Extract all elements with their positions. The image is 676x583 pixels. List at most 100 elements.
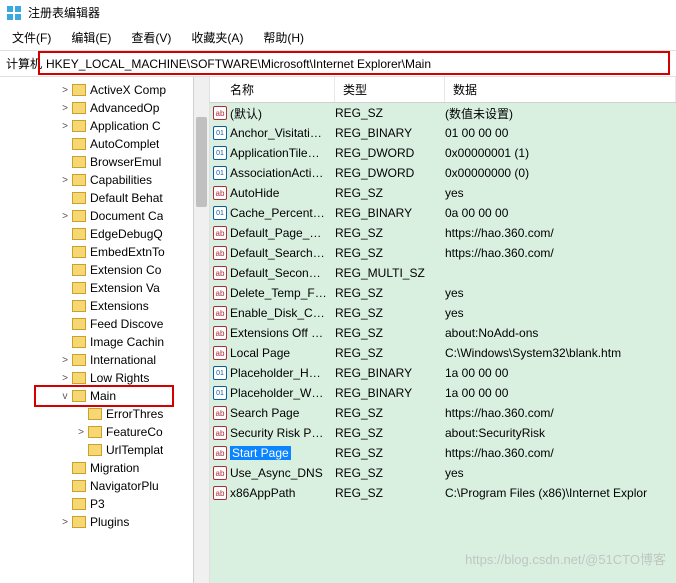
main-area: >ActiveX Comp>AdvancedOp>Application C A… [0,77,676,583]
folder-icon [72,462,86,474]
tree-item-label: International [90,353,156,367]
tree-item[interactable]: >Document Ca [0,207,209,225]
menu-edit[interactable]: 编辑(E) [67,27,115,48]
registry-value-row[interactable]: abSecurity Risk P…REG_SZabout:SecurityRi… [210,423,676,443]
registry-value-row[interactable]: abAutoHideREG_SZyes [210,183,676,203]
tree-item-label: Extension Va [90,281,160,295]
menu-help[interactable]: 帮助(H) [259,27,308,48]
registry-value-row[interactable]: abEnable_Disk_C…REG_SZyes [210,303,676,323]
tree-item-label: Plugins [90,515,129,529]
registry-value-row[interactable]: 01AssociationActi…REG_DWORD0x00000000 (0… [210,163,676,183]
tree-item[interactable]: Extension Va [0,279,209,297]
tree-item-label: AdvancedOp [90,101,159,115]
value-data: C:\Windows\System32\blank.htm [445,346,676,360]
tree-item[interactable]: Extensions [0,297,209,315]
string-value-icon: ab [210,306,230,320]
tree-item[interactable]: Feed Discove [0,315,209,333]
expand-icon[interactable]: v [58,391,72,402]
expand-icon[interactable]: > [58,373,72,384]
value-type: REG_SZ [335,226,445,240]
folder-icon [72,102,86,114]
folder-icon [72,336,86,348]
expand-icon[interactable]: > [58,355,72,366]
registry-value-row[interactable]: abDefault_Secon…REG_MULTI_SZ [210,263,676,283]
registry-value-row[interactable]: abSearch PageREG_SZhttps://hao.360.com/ [210,403,676,423]
folder-icon [72,156,86,168]
col-header-data[interactable]: 数据 [445,77,676,102]
tree-item[interactable]: > Plugins [0,513,209,531]
string-value-icon: ab [210,326,230,340]
tree-item-label: Low Rights [90,371,149,385]
tree-item[interactable]: >Application C [0,117,209,135]
registry-value-row[interactable]: abDefault_Search…REG_SZhttps://hao.360.c… [210,243,676,263]
menu-favorites[interactable]: 收藏夹(A) [187,27,247,48]
expand-icon[interactable]: > [58,121,72,132]
tree-item[interactable]: Default Behat [0,189,209,207]
expand-icon[interactable]: > [58,103,72,114]
value-data: 0x00000001 (1) [445,146,676,160]
registry-value-row[interactable]: abDefault_Page_…REG_SZhttps://hao.360.co… [210,223,676,243]
tree-item[interactable]: Migration [0,459,209,477]
folder-icon [72,192,86,204]
value-name: Enable_Disk_C… [230,306,335,320]
menu-file[interactable]: 文件(F) [8,27,55,48]
expand-icon[interactable]: > [58,85,72,96]
tree-item[interactable]: UrlTemplat [0,441,209,459]
registry-value-row[interactable]: 01Placeholder_W…REG_BINARY1a 00 00 00 [210,383,676,403]
tree-item[interactable]: Image Cachin [0,333,209,351]
tree-item[interactable]: BrowserEmul [0,153,209,171]
tree-item-label: UrlTemplat [106,443,163,457]
address-input[interactable] [46,57,670,71]
expand-icon[interactable]: > [58,517,72,528]
tree-item[interactable]: EmbedExtnTo [0,243,209,261]
binary-value-icon: 01 [210,126,230,140]
tree-item[interactable]: > International [0,351,209,369]
tree-scrollbar[interactable] [193,77,209,583]
registry-value-row[interactable]: abStart PageREG_SZhttps://hao.360.com/ [210,443,676,463]
folder-icon [88,408,102,420]
tree-view[interactable]: >ActiveX Comp>AdvancedOp>Application C A… [0,77,210,583]
tree-item[interactable]: > Low Rights [0,369,209,387]
tree-item[interactable]: >Capabilities [0,171,209,189]
value-name: Placeholder_W… [230,386,335,400]
value-type: REG_SZ [335,306,445,320]
tree-item[interactable]: Extension Co [0,261,209,279]
col-header-name[interactable]: 名称 [210,77,335,102]
tree-item[interactable]: > FeatureCo [0,423,209,441]
registry-value-row[interactable]: abLocal PageREG_SZC:\Windows\System32\bl… [210,343,676,363]
expand-icon[interactable]: > [58,211,72,222]
tree-item[interactable]: AutoComplet [0,135,209,153]
tree-item-label: FeatureCo [106,425,163,439]
registry-value-row[interactable]: abx86AppPathREG_SZC:\Program Files (x86)… [210,483,676,503]
registry-value-row[interactable]: 01ApplicationTile…REG_DWORD0x00000001 (1… [210,143,676,163]
string-value-icon: ab [210,406,230,420]
registry-value-row[interactable]: 01Cache_Percent…REG_BINARY0a 00 00 00 [210,203,676,223]
registry-value-row[interactable]: abDelete_Temp_F…REG_SZyes [210,283,676,303]
registry-value-row[interactable]: abUse_Async_DNSREG_SZyes [210,463,676,483]
tree-item[interactable]: > AdvancedOp [0,99,209,117]
col-header-type[interactable]: 类型 [335,77,445,102]
registry-value-row[interactable]: 01Placeholder_H…REG_BINARY1a 00 00 00 [210,363,676,383]
tree-item-label: AutoComplet [90,137,159,151]
folder-icon [72,138,86,150]
value-type: REG_SZ [335,466,445,480]
menu-view[interactable]: 查看(V) [127,27,175,48]
list-header: 名称 类型 数据 [210,77,676,103]
value-data: https://hao.360.com/ [445,446,676,460]
tree-item[interactable]: >ActiveX Comp [0,81,209,99]
tree-item[interactable]: EdgeDebugQ [0,225,209,243]
tree-item[interactable]: ErrorThres [0,405,209,423]
tree-item[interactable]: P3 [0,495,209,513]
list-body[interactable]: ab(默认)REG_SZ(数值未设置)01Anchor_Visitati…REG… [210,103,676,583]
tree-item[interactable]: NavigatorPlu [0,477,209,495]
expand-icon[interactable]: > [58,175,72,186]
registry-value-row[interactable]: abExtensions Off …REG_SZabout:NoAdd-ons [210,323,676,343]
tree-item[interactable]: vMain [0,387,209,405]
value-name: Default_Search… [230,246,335,260]
registry-value-row[interactable]: ab(默认)REG_SZ(数值未设置) [210,103,676,123]
string-value-icon: ab [210,246,230,260]
binary-value-icon: 01 [210,386,230,400]
registry-value-row[interactable]: 01Anchor_Visitati…REG_BINARY01 00 00 00 [210,123,676,143]
expand-icon[interactable]: > [74,427,88,438]
scrollbar-thumb[interactable] [196,117,207,207]
